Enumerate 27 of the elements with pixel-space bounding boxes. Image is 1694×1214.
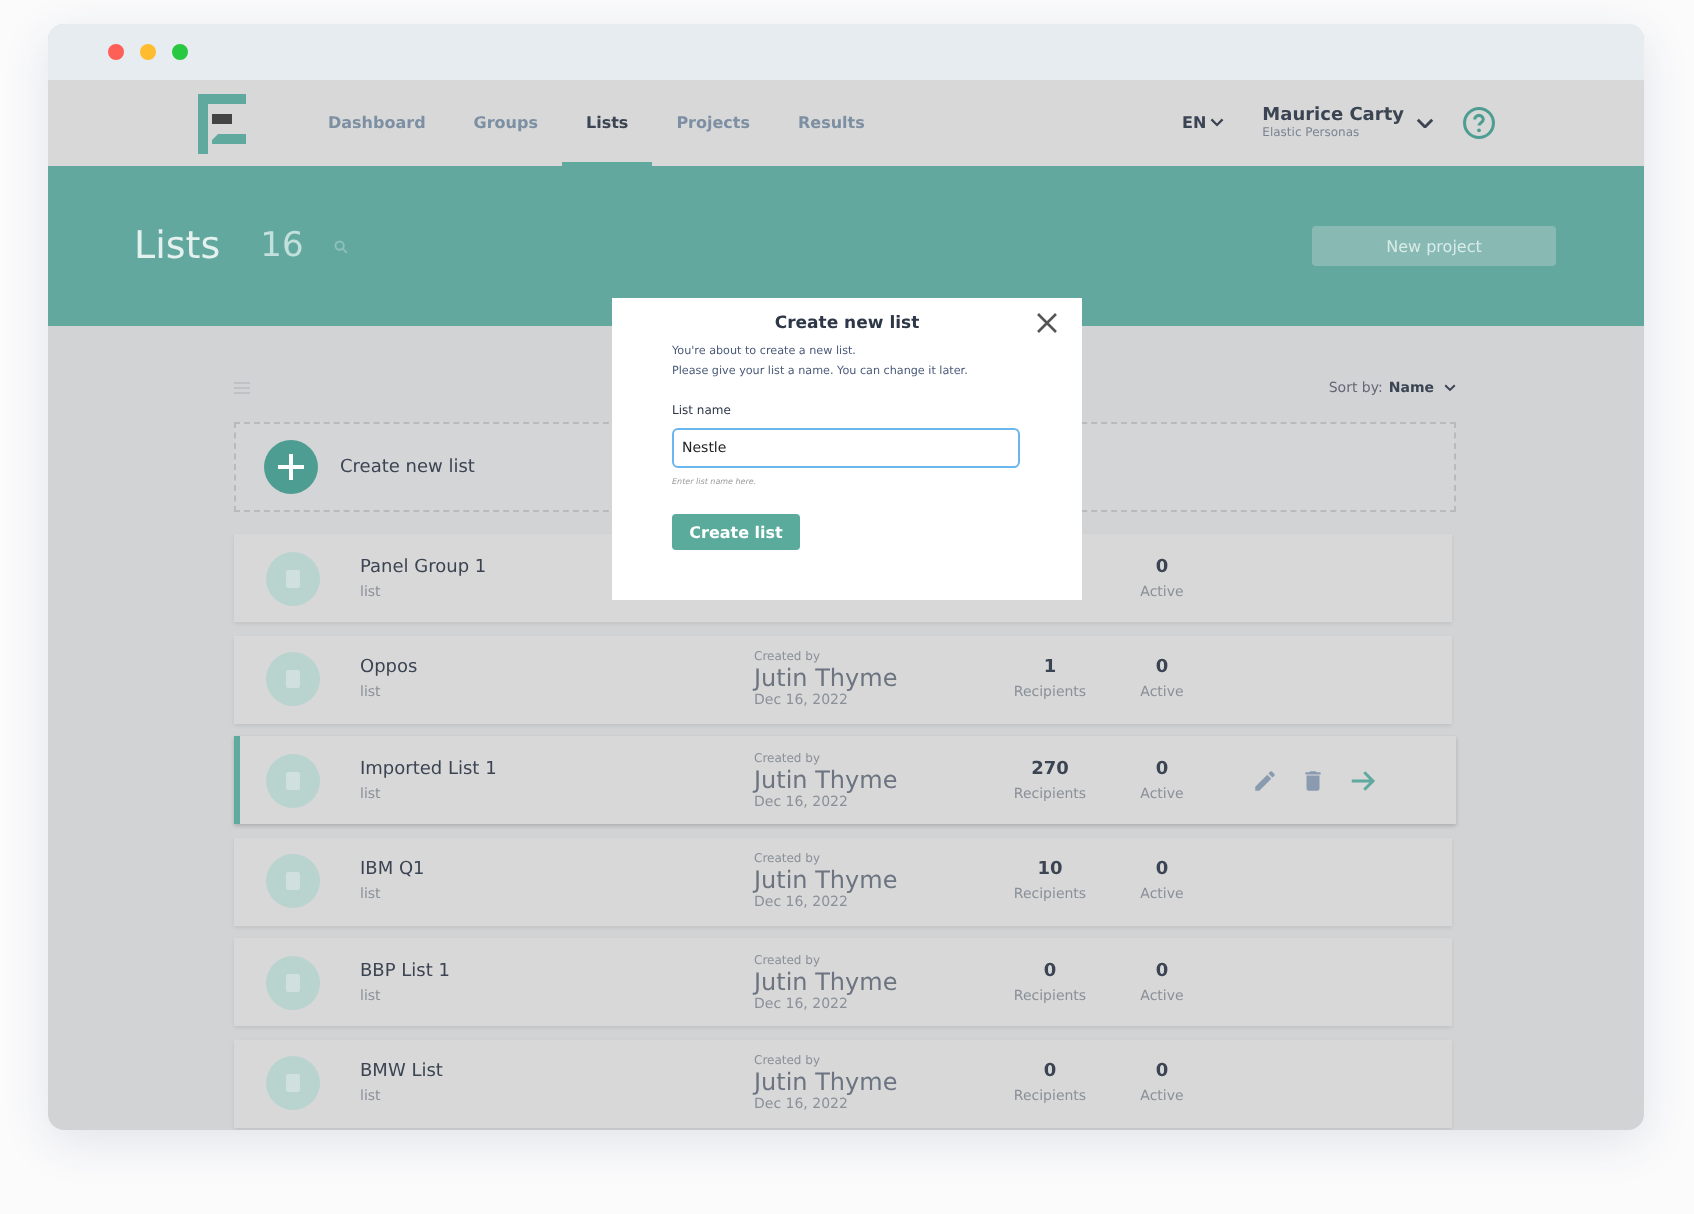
recipient-count: 0 — [1043, 1062, 1057, 1082]
creator-name: Jutin Thyme — [754, 866, 900, 894]
active-count: 0 — [1155, 557, 1169, 577]
active-count: 0 — [1155, 1062, 1169, 1082]
recipient-count: 0 — [1043, 961, 1057, 981]
creator-name: Jutin Thyme — [754, 967, 900, 995]
user-name: Maurice Carty — [1262, 106, 1404, 126]
active-count: 0 — [1155, 961, 1169, 981]
list-name: BBP List 1 — [360, 961, 452, 981]
list-name: IBM Q1 — [360, 860, 427, 880]
create-list-label: Create new list — [340, 457, 475, 477]
recipient-count: 1 — [1043, 658, 1057, 678]
creator-name: Jutin Thyme — [754, 765, 900, 793]
creator-name: Jutin Thyme — [754, 1068, 900, 1096]
active-count: 0 — [1155, 759, 1169, 779]
list-name: Imported List 1 — [360, 759, 499, 779]
dialog-title: Create new list — [772, 314, 922, 334]
creator-name: Jutin Thyme — [754, 664, 900, 692]
list-name: BMW List — [360, 1062, 445, 1082]
list-name: Oppos — [360, 658, 420, 678]
list-count: 16 — [260, 226, 304, 266]
active-count: 0 — [1155, 860, 1169, 880]
list-name: Panel Group 1 — [360, 557, 489, 577]
recipient-count: 270 — [1031, 759, 1069, 779]
page-title: Lists — [134, 224, 221, 268]
active-count: 0 — [1155, 658, 1169, 678]
recipient-count: 10 — [1037, 860, 1063, 880]
